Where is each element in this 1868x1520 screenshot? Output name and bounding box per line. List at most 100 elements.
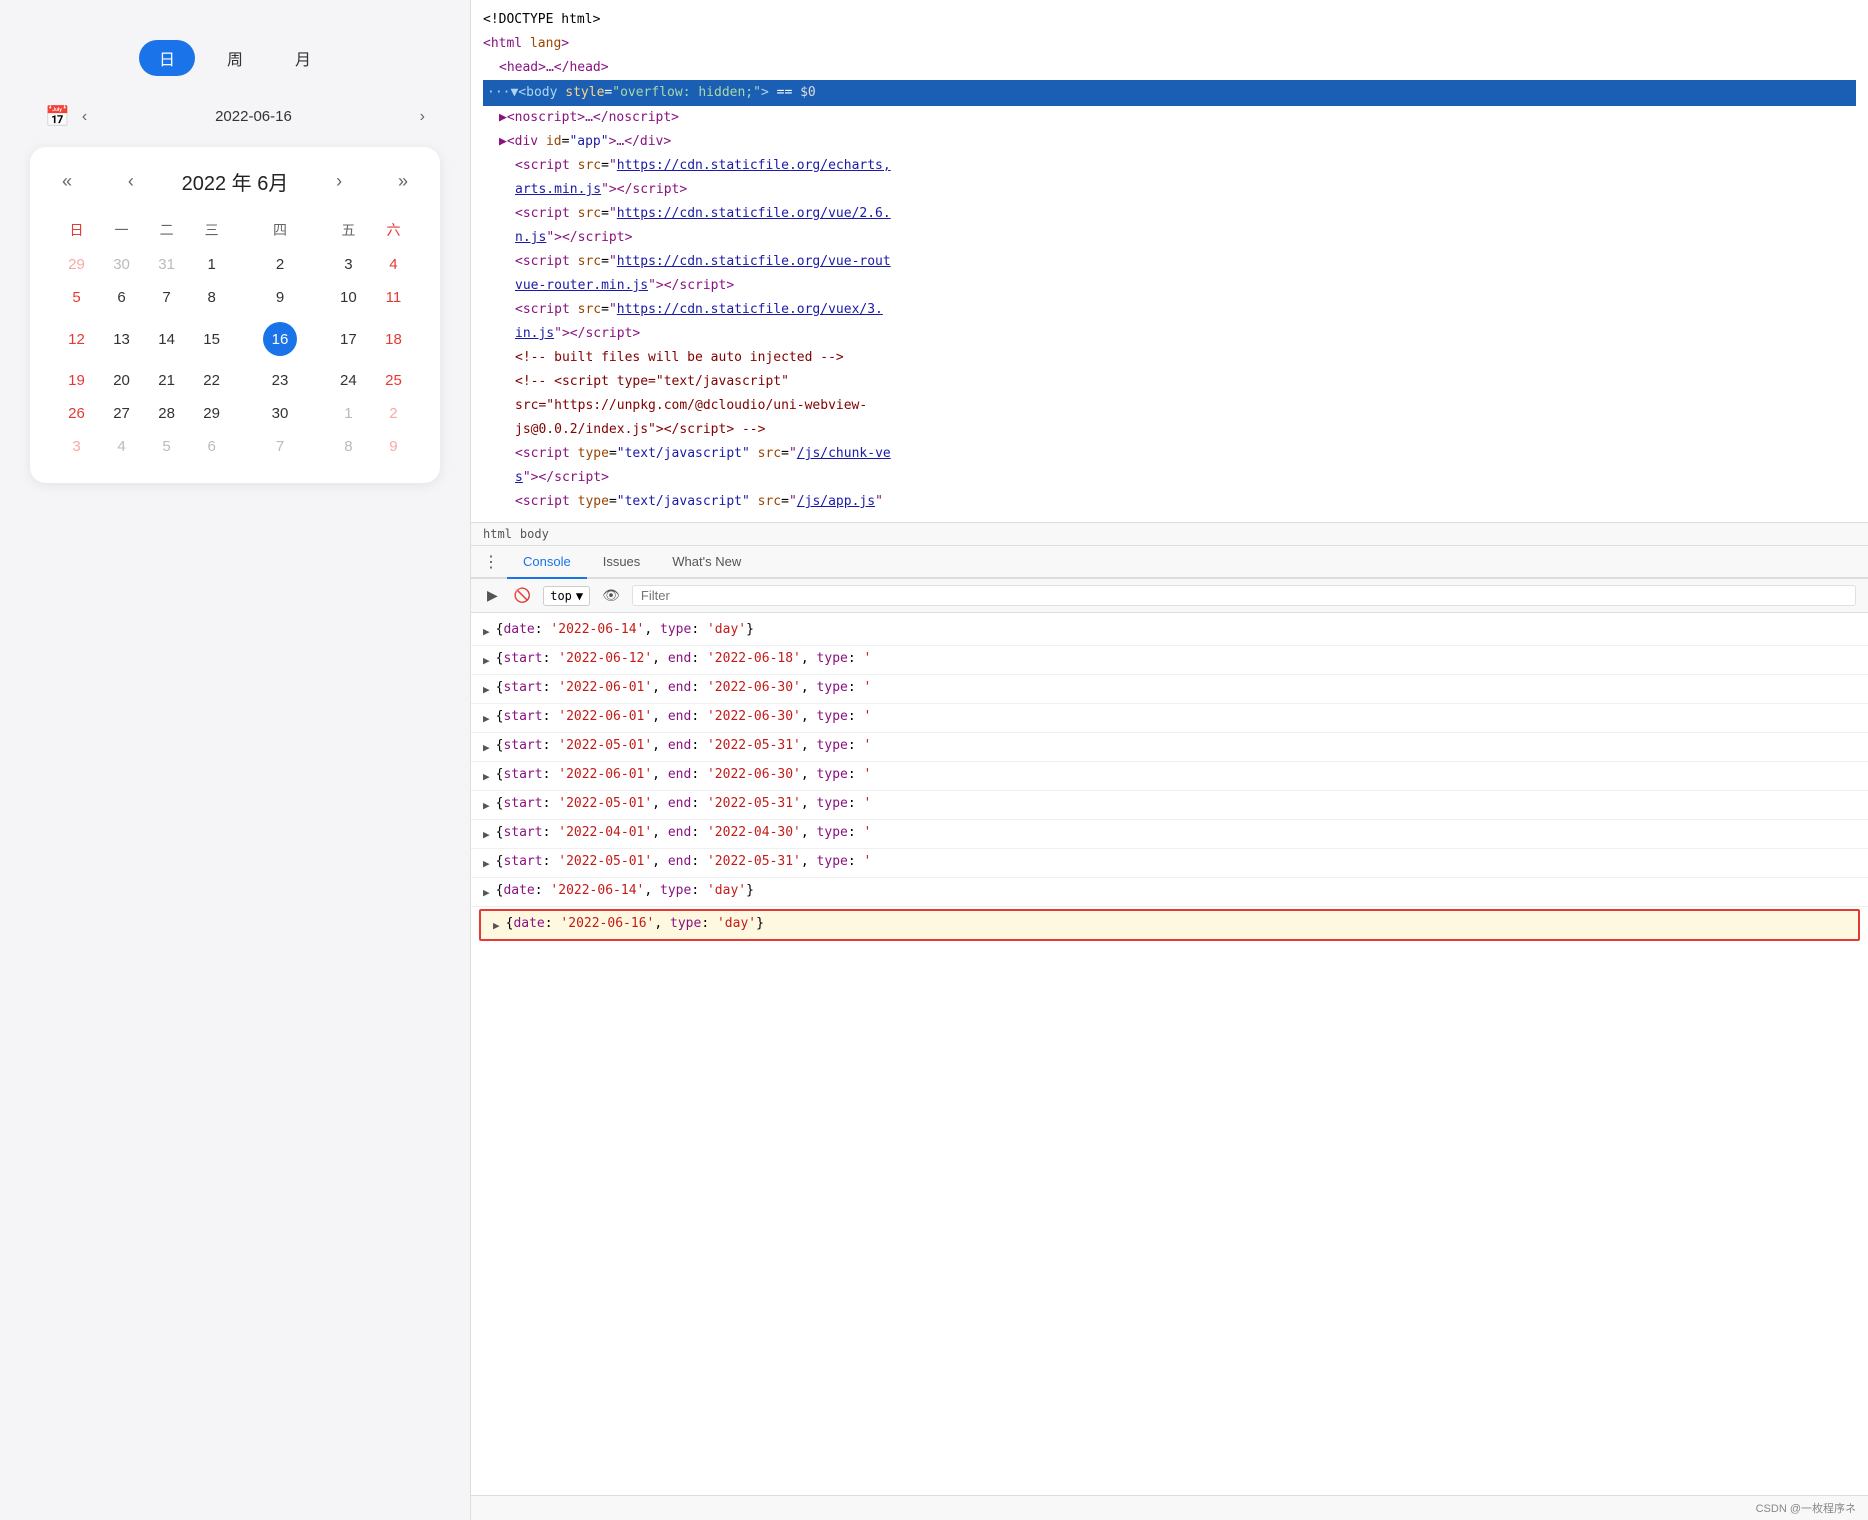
month-view-button[interactable]: 月	[275, 40, 331, 76]
calendar-day[interactable]: 20	[99, 364, 144, 397]
calendar-day[interactable]: 30	[99, 248, 144, 281]
element-script-vue-1[interactable]: <script src="https://cdn.staticfile.org/…	[483, 202, 1856, 226]
calendar-day[interactable]: 21	[144, 364, 189, 397]
calendar-day[interactable]: 14	[144, 314, 189, 364]
prev-year-button[interactable]: «	[54, 167, 80, 196]
calendar-day[interactable]: 23	[234, 364, 326, 397]
tab-console[interactable]: Console	[507, 546, 587, 579]
menu-icon[interactable]: ⋮	[483, 552, 499, 571]
expand-triangle[interactable]: ▶	[483, 736, 490, 758]
console-line-11-highlighted[interactable]: ▶ {date: '2022-06-16', type: 'day'}	[479, 909, 1860, 941]
calendar-day[interactable]: 9	[371, 430, 416, 463]
calendar-day[interactable]: 7	[144, 281, 189, 314]
calendar-day[interactable]: 28	[144, 397, 189, 430]
calendar-day[interactable]: 9	[234, 281, 326, 314]
day-view-button[interactable]: 日	[139, 40, 195, 76]
console-line-9[interactable]: ▶ {start: '2022-05-01', end: '2022-05-31…	[471, 849, 1868, 878]
tab-issues[interactable]: Issues	[587, 546, 657, 579]
expand-triangle[interactable]: ▶	[493, 914, 500, 936]
element-script-app[interactable]: <script type="text/javascript" src="/js/…	[483, 490, 1856, 514]
calendar-day[interactable]: 10	[326, 281, 371, 314]
calendar-day[interactable]: 6	[99, 281, 144, 314]
calendar-day[interactable]: 5	[54, 281, 99, 314]
calendar-day[interactable]: 27	[99, 397, 144, 430]
filter-input[interactable]	[632, 585, 1856, 606]
calendar-day[interactable]: 30	[234, 397, 326, 430]
prev-month-button[interactable]: ‹	[120, 167, 142, 196]
expand-triangle[interactable]: ▶	[483, 881, 490, 903]
element-script-echarts-2[interactable]: arts.min.js"></script>	[483, 178, 1856, 202]
element-script-echarts-1[interactable]: <script src="https://cdn.staticfile.org/…	[483, 154, 1856, 178]
element-script-router-1[interactable]: <script src="https://cdn.staticfile.org/…	[483, 250, 1856, 274]
calendar-day[interactable]: 29	[189, 397, 234, 430]
calendar-day[interactable]: 7	[234, 430, 326, 463]
next-month-button[interactable]: ›	[328, 167, 350, 196]
expand-triangle[interactable]: ▶	[483, 794, 490, 816]
calendar-day[interactable]: 25	[371, 364, 416, 397]
element-script-chunk-1[interactable]: <script type="text/javascript" src="/js/…	[483, 442, 1856, 466]
expand-triangle[interactable]: ▶	[483, 823, 490, 845]
calendar-day[interactable]: 2	[371, 397, 416, 430]
element-html[interactable]: <html lang>	[483, 32, 1856, 56]
context-selector[interactable]: top ▼	[543, 586, 590, 606]
calendar-day[interactable]: 5	[144, 430, 189, 463]
console-line-6[interactable]: ▶ {start: '2022-06-01', end: '2022-06-30…	[471, 762, 1868, 791]
date-prev-button[interactable]: ‹	[82, 108, 87, 126]
week-view-button[interactable]: 周	[207, 40, 263, 76]
calendar-day[interactable]: 3	[54, 430, 99, 463]
expand-triangle[interactable]: ▶	[483, 852, 490, 874]
expand-triangle[interactable]: ▶	[483, 678, 490, 700]
breadcrumb-html[interactable]: html	[483, 527, 512, 541]
console-line-7[interactable]: ▶ {start: '2022-05-01', end: '2022-05-31…	[471, 791, 1868, 820]
calendar-day[interactable]: 12	[54, 314, 99, 364]
console-line-5[interactable]: ▶ {start: '2022-05-01', end: '2022-05-31…	[471, 733, 1868, 762]
calendar-day[interactable]: 15	[189, 314, 234, 364]
calendar-day[interactable]: 11	[371, 281, 416, 314]
calendar-day[interactable]: 6	[189, 430, 234, 463]
calendar-day[interactable]: 2	[234, 248, 326, 281]
eye-button[interactable]: 👁	[598, 585, 624, 606]
calendar-day[interactable]: 31	[144, 248, 189, 281]
element-noscript[interactable]: ▶<noscript>…</noscript>	[483, 106, 1856, 130]
calendar-day[interactable]: 8	[326, 430, 371, 463]
console-line-1[interactable]: ▶ {date: '2022-06-14', type: 'day'}	[471, 617, 1868, 646]
date-next-button[interactable]: ›	[420, 108, 425, 126]
tab-whatsnew[interactable]: What's New	[656, 546, 757, 579]
console-line-3[interactable]: ▶ {start: '2022-06-01', end: '2022-06-30…	[471, 675, 1868, 704]
expand-triangle[interactable]: ▶	[483, 649, 490, 671]
run-button[interactable]: ▶	[483, 585, 502, 606]
clear-button[interactable]: 🚫	[510, 585, 535, 606]
calendar-day[interactable]: 3	[326, 248, 371, 281]
expand-triangle[interactable]: ▶	[483, 765, 490, 787]
calendar-day[interactable]: 22	[189, 364, 234, 397]
element-div-app[interactable]: ▶<div id="app">…</div>	[483, 130, 1856, 154]
expand-triangle[interactable]: ▶	[483, 707, 490, 729]
calendar-day[interactable]: 1	[326, 397, 371, 430]
console-line-4[interactable]: ▶ {start: '2022-06-01', end: '2022-06-30…	[471, 704, 1868, 733]
calendar-day[interactable]: 1	[189, 248, 234, 281]
element-script-vuex-1[interactable]: <script src="https://cdn.staticfile.org/…	[483, 298, 1856, 322]
breadcrumb-body[interactable]: body	[520, 527, 549, 541]
element-script-router-2[interactable]: vue-router.min.js"></script>	[483, 274, 1856, 298]
element-script-chunk-2[interactable]: s"></script>	[483, 466, 1856, 490]
calendar-day[interactable]: 26	[54, 397, 99, 430]
calendar-day[interactable]: 16	[234, 314, 326, 364]
element-head[interactable]: <head>…</head>	[483, 56, 1856, 80]
calendar-day[interactable]: 8	[189, 281, 234, 314]
calendar-day[interactable]: 18	[371, 314, 416, 364]
calendar-day[interactable]: 4	[99, 430, 144, 463]
calendar-day[interactable]: 29	[54, 248, 99, 281]
calendar-day[interactable]: 24	[326, 364, 371, 397]
calendar-day[interactable]: 17	[326, 314, 371, 364]
next-year-button[interactable]: »	[390, 167, 416, 196]
calendar-day[interactable]: 4	[371, 248, 416, 281]
console-line-2[interactable]: ▶ {start: '2022-06-12', end: '2022-06-18…	[471, 646, 1868, 675]
calendar-day[interactable]: 13	[99, 314, 144, 364]
element-script-vue-2[interactable]: n.js"></script>	[483, 226, 1856, 250]
console-line-10[interactable]: ▶ {date: '2022-06-14', type: 'day'}	[471, 878, 1868, 907]
expand-triangle[interactable]: ▶	[483, 620, 490, 642]
calendar-day[interactable]: 19	[54, 364, 99, 397]
console-line-8[interactable]: ▶ {start: '2022-04-01', end: '2022-04-30…	[471, 820, 1868, 849]
element-body[interactable]: ···▼<body style="overflow: hidden;"> == …	[483, 80, 1856, 106]
element-script-vuex-2[interactable]: in.js"></script>	[483, 322, 1856, 346]
